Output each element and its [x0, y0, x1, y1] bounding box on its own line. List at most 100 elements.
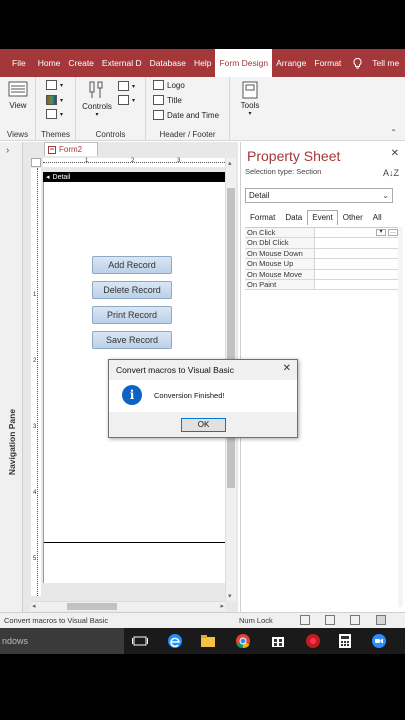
themes-group: ▾ ▾ ▾ Themes	[36, 77, 76, 141]
file-explorer-icon[interactable]	[200, 633, 216, 649]
ruler-mark: 1	[85, 158, 89, 164]
taskbar: ndows	[0, 628, 405, 654]
ruler-dots	[43, 162, 225, 163]
colors-button[interactable]: ▾	[46, 95, 63, 105]
form-selector-box[interactable]	[31, 158, 41, 167]
save-record-button[interactable]: Save Record	[92, 331, 172, 349]
property-sheet-scrollbar[interactable]	[398, 227, 403, 607]
close-icon[interactable]: ✕	[283, 363, 291, 374]
control-tools-button[interactable]: ▾	[118, 95, 135, 105]
dropdown-arrow-icon: ▾	[132, 97, 136, 104]
office-store-icon[interactable]	[270, 633, 286, 649]
property-name: On Mouse Up	[245, 259, 315, 269]
property-value[interactable]: ▾…	[315, 228, 400, 237]
property-row[interactable]: On Dbl Click	[245, 238, 400, 249]
dialog-body: i Conversion Finished!	[109, 380, 297, 412]
controls-button[interactable]: Controls ▾	[80, 80, 114, 118]
property-value[interactable]	[315, 259, 400, 268]
close-icon[interactable]: ✕	[391, 148, 399, 159]
document-tab[interactable]: Form2	[44, 142, 98, 156]
property-name: On Paint	[245, 279, 315, 290]
tab-data[interactable]: Data	[280, 210, 307, 225]
horizontal-ruler: 1 2 3	[43, 158, 225, 167]
themes-button[interactable]: ▾	[46, 80, 63, 90]
fonts-button[interactable]: ▾	[46, 109, 63, 119]
property-value[interactable]	[315, 280, 400, 289]
property-row[interactable]: On Paint	[245, 279, 400, 291]
scroll-thumb[interactable]	[67, 603, 117, 610]
tab-form-design[interactable]: Form Design	[215, 49, 273, 77]
layout-view-icon[interactable]	[325, 615, 335, 625]
detail-section-bar[interactable]: ◂ Detail	[43, 172, 225, 182]
collapse-ribbon-icon[interactable]: ⌃	[390, 128, 397, 137]
ruler-dots	[37, 168, 38, 596]
calculator-icon[interactable]	[337, 633, 353, 649]
task-view-icon[interactable]	[132, 633, 148, 649]
object-selector-value: Detail	[249, 191, 270, 200]
property-value[interactable]	[315, 270, 400, 279]
design-view-icon[interactable]	[376, 615, 386, 625]
tab-all[interactable]: All	[368, 210, 387, 225]
scroll-left-icon[interactable]: ◂	[32, 602, 36, 610]
property-row[interactable]: On Mouse Move	[245, 269, 400, 280]
recording-app-icon[interactable]	[305, 633, 321, 649]
views-group: View Views	[0, 77, 36, 141]
tab-event[interactable]: Event	[307, 210, 338, 225]
logo-button[interactable]: Logo	[153, 80, 185, 90]
horizontal-scrollbar[interactable]: ◂ ▸	[31, 601, 225, 611]
ok-button[interactable]: OK	[181, 418, 226, 432]
scroll-thumb[interactable]	[227, 188, 235, 488]
tab-arrange[interactable]: Arrange	[272, 49, 310, 77]
tab-other[interactable]: Other	[338, 210, 368, 225]
chrome-icon[interactable]	[235, 633, 251, 649]
scroll-right-icon[interactable]: ▸	[220, 602, 224, 610]
zoom-video-icon[interactable]	[371, 633, 387, 649]
insert-image-button[interactable]: ▾	[118, 81, 135, 91]
tab-database[interactable]: Database	[146, 49, 190, 77]
property-row[interactable]: On Click ▾…	[245, 228, 400, 239]
convert-macros-dialog: Convert macros to Visual Basic ✕ i Conve…	[108, 359, 298, 438]
scroll-up-icon[interactable]: ▴	[228, 159, 232, 167]
property-name: On Mouse Move	[245, 269, 315, 279]
view-button[interactable]: View	[5, 81, 31, 110]
document-tab-label: Form2	[59, 145, 83, 154]
add-record-button[interactable]: Add Record	[92, 256, 172, 274]
print-record-button[interactable]: Print Record	[92, 306, 172, 324]
tab-file[interactable]: File	[0, 49, 34, 77]
controls-label: Controls	[82, 102, 112, 111]
title-button[interactable]: Title	[153, 95, 182, 105]
chevron-right-icon[interactable]: ›	[6, 145, 9, 156]
dropdown-arrow-icon: ▾	[60, 82, 64, 89]
colors-icon	[46, 95, 57, 105]
tab-home[interactable]: Home	[34, 49, 65, 77]
object-selector-dropdown[interactable]: Detail ⌄	[245, 188, 393, 203]
property-row[interactable]: On Mouse Up	[245, 259, 400, 270]
navigation-pane[interactable]: › Navigation Pane	[0, 142, 23, 612]
property-row[interactable]: On Mouse Down	[245, 248, 400, 260]
datasheet-view-icon[interactable]	[350, 615, 360, 625]
status-text: Convert macros to Visual Basic	[4, 616, 109, 625]
delete-record-button[interactable]: Delete Record	[92, 281, 172, 299]
property-value[interactable]	[315, 238, 400, 247]
tab-external-data[interactable]: External D	[98, 49, 146, 77]
chevron-down-icon: ⌄	[382, 191, 389, 200]
builder-ellipsis-icon[interactable]: …	[388, 229, 398, 236]
sort-az-icon[interactable]: A↓Z	[383, 168, 399, 178]
detail-section-label: Detail	[52, 173, 71, 181]
tab-format[interactable]: Format	[245, 210, 280, 225]
tab-format[interactable]: Format	[310, 49, 345, 77]
tab-create[interactable]: Create	[64, 49, 98, 77]
access-window: File Home Create External D Database Hel…	[0, 49, 405, 654]
date-time-label: Date and Time	[167, 110, 220, 120]
tab-help[interactable]: Help	[190, 49, 215, 77]
form-view-icon[interactable]	[300, 615, 310, 625]
dropdown-arrow-icon[interactable]: ▾	[376, 229, 386, 236]
dropdown-arrow-icon: ▾	[248, 111, 252, 117]
taskbar-search-box[interactable]: ndows	[0, 628, 124, 654]
tell-me-box[interactable]: Tell me	[349, 49, 403, 77]
date-time-button[interactable]: Date and Time	[153, 110, 219, 120]
property-value[interactable]	[315, 249, 400, 258]
scroll-down-icon[interactable]: ▾	[228, 592, 232, 600]
tools-button[interactable]: Tools ▾	[236, 81, 264, 117]
edge-browser-icon[interactable]	[167, 633, 183, 649]
